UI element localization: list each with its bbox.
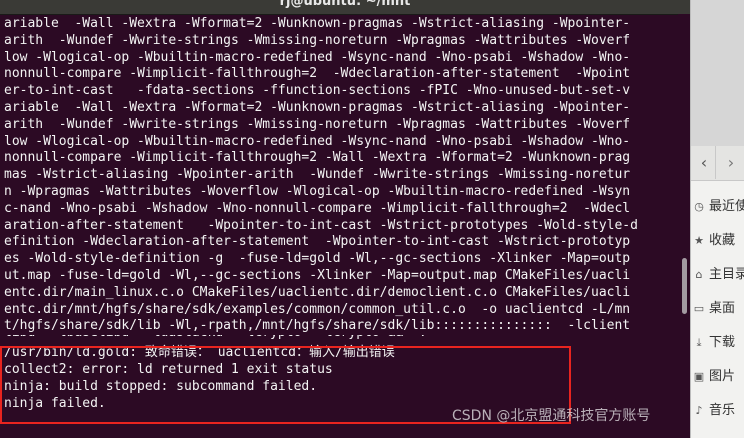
sidebar-item-label: 收藏: [709, 233, 736, 248]
image-icon: ▣: [693, 370, 705, 383]
watermark: CSDN @北京盟通科技官方账号: [452, 408, 651, 424]
terminal-line: efinition -Wdeclaration-after-statement …: [4, 234, 631, 250]
download-icon: ⤓: [696, 336, 702, 349]
terminal-line: low -Wlogical-op -Wbuiltin-macro-redefin…: [4, 49, 631, 65]
terminal-scrollbar[interactable]: [678, 14, 690, 438]
forward-arrow-icon[interactable]: ›: [715, 146, 744, 179]
folder-icon: ▭: [693, 302, 705, 315]
sidebar-item-label: 图片: [709, 369, 736, 384]
terminal-line: ut.map -fuse-ld=gold -Wl,--gc-sections -…: [4, 267, 631, 283]
sidebar-item[interactable]: ▭ 桌面: [691, 292, 744, 326]
sidebar-item-label: 音乐: [709, 403, 736, 418]
file-manager-window[interactable]: ‹ › ◷ 最近使 ★ 收藏 ⌂ 主目录 ▭ 桌面 ⤓ 下载 ▣ 图片 ♪ 音乐: [690, 0, 744, 438]
sidebar-item[interactable]: ⌂ 主目录: [691, 258, 744, 292]
terminal-titlebar[interactable]: rj@ubuntu: ~/mnt: [0, 0, 690, 15]
music-icon: ♪: [695, 404, 703, 417]
terminal-line: entc.dir/mnt/hgfs/share/sdk/examples/com…: [4, 301, 631, 317]
terminal-line: er-to-int-cast -fdata-sections -ffunctio…: [4, 83, 631, 99]
terminal-line: arith -Wundef -Wwrite-strings -Wmissing-…: [4, 116, 631, 132]
clock-icon: ◷: [694, 200, 704, 213]
terminal-line: n -Wpragmas -Wattributes -Woverflow -Wlo…: [4, 183, 631, 199]
terminal-line: mas -Wstrict-aliasing -Wpointer-arith -W…: [4, 167, 631, 183]
terminal-line: entc.dir/main_linux.c.o CMakeFiles/uacli…: [4, 284, 631, 300]
terminal-line: ariable -Wall -Wextra -Wformat=2 -Wunkno…: [4, 99, 631, 115]
sidebar-item[interactable]: ◷ 最近使: [691, 190, 744, 224]
file-manager-navbar: ‹ ›: [691, 146, 744, 181]
scrollbar-thumb[interactable]: [682, 258, 687, 314]
terminal-window[interactable]: rj@ubuntu: ~/mnt ariable -Wall -Wextra -…: [0, 0, 690, 438]
terminal-line: es -Wold-style-definition -g -fuse-ld=go…: [4, 251, 631, 267]
terminal-line: t/hgfs/share/sdk/lib -Wl,-rpath,/mnt/hgf…: [4, 318, 631, 334]
sidebar-item[interactable]: ♪ 音乐: [691, 394, 744, 428]
sidebar-item[interactable]: ★ 收藏: [691, 224, 744, 258]
sidebar-item[interactable]: ▣ 图片: [691, 360, 744, 394]
terminal-line: c-nand -Wno-psabi -Wshadow -Wno-nonnull-…: [4, 200, 631, 216]
terminal-line: low -Wlogical-op -Wbuiltin-macro-redefin…: [4, 133, 631, 149]
file-manager-header: [691, 0, 744, 146]
sidebar-item[interactable]: ⤓ 下载: [691, 326, 744, 360]
terminal-line-partial: libd -lbaselibd -luastackd -lcrypto -lcr…: [4, 335, 676, 345]
terminal-line: nonnull-compare -Wimplicit-fallthrough=2…: [4, 150, 631, 166]
terminal-line: aration-after-statement -Wpointer-to-int…: [4, 217, 638, 233]
sidebar-item-label: 下载: [709, 335, 736, 350]
star-icon: ★: [694, 234, 704, 247]
window-title: rj@ubuntu: ~/mnt: [279, 0, 411, 9]
sidebar-item-label: 桌面: [709, 301, 736, 316]
terminal-line: ariable -Wall -Wextra -Wformat=2 -Wunkno…: [4, 16, 631, 31]
home-icon: ⌂: [695, 268, 703, 281]
back-arrow-icon[interactable]: ‹: [695, 146, 713, 179]
sidebar-item-label: 主目录: [709, 267, 744, 282]
sidebar-item-label: 最近使: [709, 199, 744, 214]
terminal-line-partial-text: libd -lbaselibd -luastackd -lcrypto -lcr…: [4, 335, 676, 339]
terminal-line: arith -Wundef -Wwrite-strings -Wmissing-…: [4, 32, 631, 48]
terminal-line: nonnull-compare -Wimplicit-fallthrough=2…: [4, 66, 631, 82]
